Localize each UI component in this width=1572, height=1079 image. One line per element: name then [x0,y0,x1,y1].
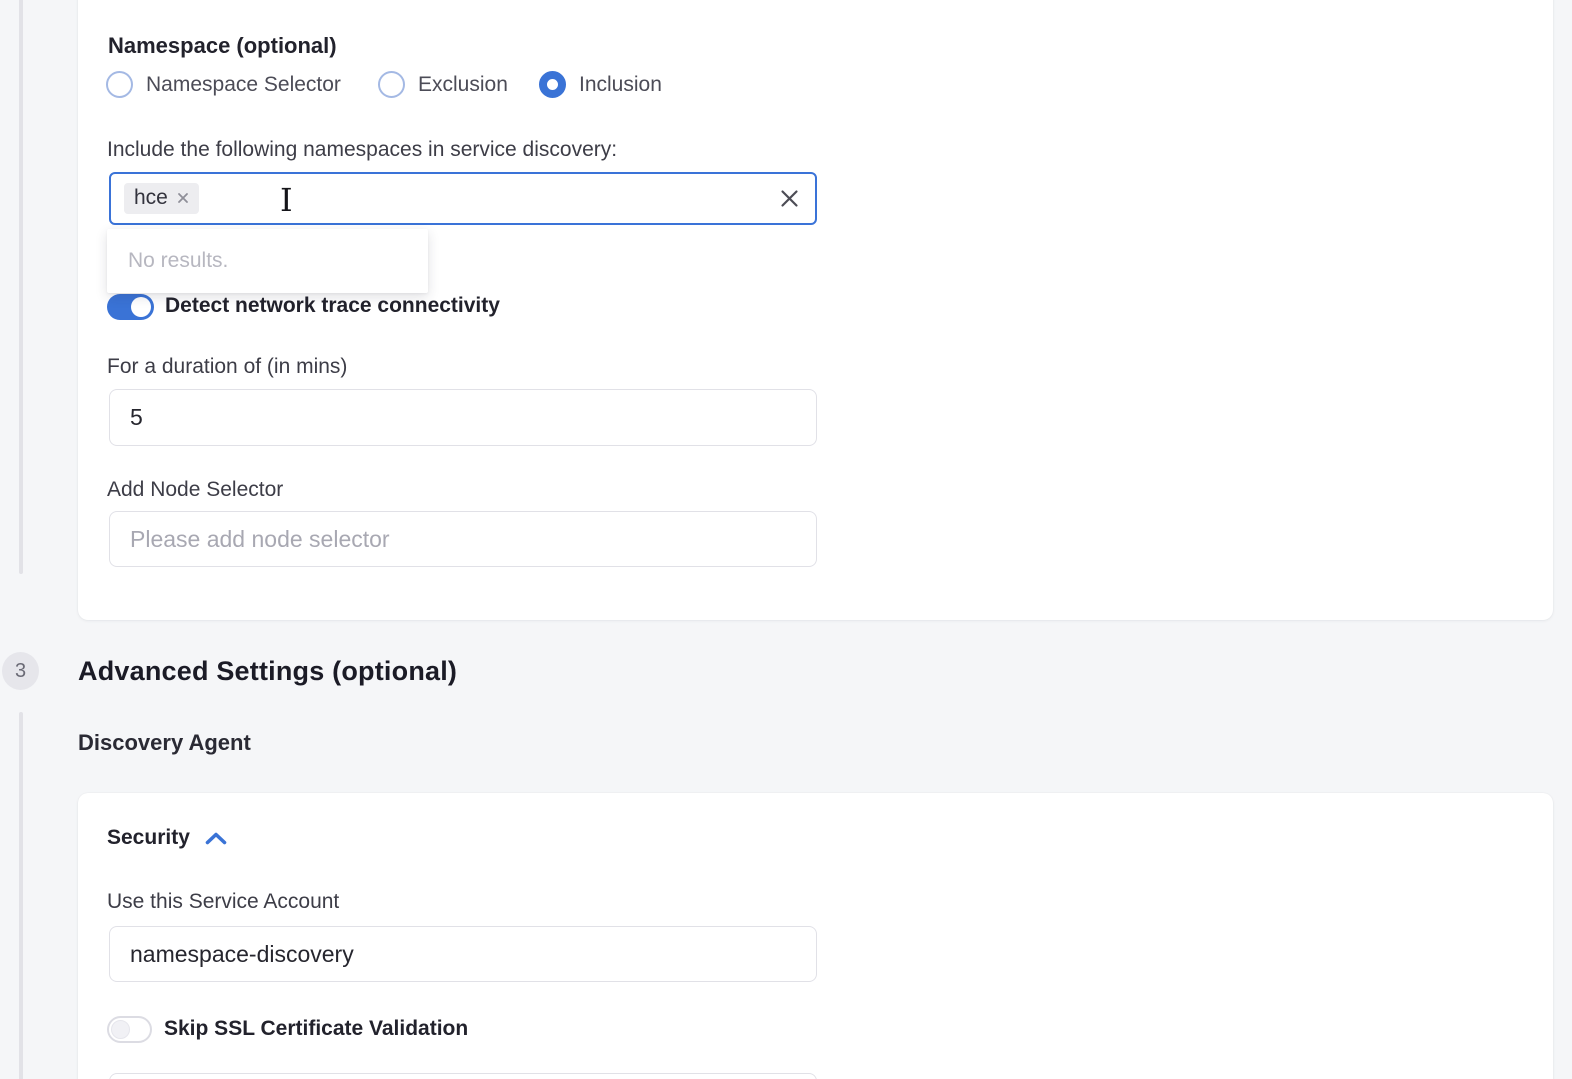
radio-exclusion-label: Exclusion [418,73,508,97]
next-field-input-cutoff[interactable] [109,1073,817,1079]
radio-inclusion-label: Inclusion [579,73,662,97]
chevron-up-icon [205,831,227,845]
toggle-knob [131,297,151,317]
discovery-agent-label: Discovery Agent [78,730,251,756]
stepper-connector-line-top [19,0,23,574]
text-cursor-pointer: I [280,183,293,217]
radio-namespace-selector[interactable]: Namespace Selector [106,71,341,98]
radio-inclusion[interactable]: Inclusion [539,71,662,98]
service-account-input[interactable] [109,926,817,982]
radio-inclusion-control[interactable] [539,71,566,98]
duration-label: For a duration of (in mins) [107,355,347,379]
remove-tag-icon[interactable] [177,192,189,204]
skip-ssl-label: Skip SSL Certificate Validation [164,1017,468,1041]
clear-all-tags-button[interactable] [780,189,799,208]
security-section-header[interactable]: Security [107,826,227,850]
clear-icon [780,189,799,208]
namespace-tag-label: hce [134,186,168,210]
toggle-knob [111,1020,130,1039]
node-selector-label: Add Node Selector [107,478,283,502]
security-section-title: Security [107,826,190,850]
namespace-section-title: Namespace (optional) [108,33,337,59]
stepper-connector-line-bottom [19,712,23,1079]
radio-namespace-selector-control[interactable] [106,71,133,98]
radio-exclusion[interactable]: Exclusion [378,71,508,98]
detect-network-trace-label: Detect network trace connectivity [165,294,500,318]
discovery-settings-page: 3 Namespace (optional) Namespace Selecto… [0,0,1572,1079]
node-selector-input[interactable] [109,511,817,567]
include-namespaces-label: Include the following namespaces in serv… [107,138,617,162]
namespace-suggestions-dropdown: No results. [107,229,428,293]
namespace-multiselect-input[interactable]: hce [109,172,817,225]
step-3-badge: 3 [2,652,39,690]
duration-input[interactable] [109,389,817,446]
radio-exclusion-control[interactable] [378,71,405,98]
detect-network-trace-toggle[interactable] [107,294,154,320]
namespace-tag-chip: hce [124,183,199,214]
skip-ssl-toggle[interactable] [107,1016,152,1043]
service-account-label: Use this Service Account [107,890,339,914]
no-results-message: No results. [128,249,228,273]
radio-namespace-selector-label: Namespace Selector [146,73,341,97]
advanced-settings-title: Advanced Settings (optional) [78,656,457,687]
